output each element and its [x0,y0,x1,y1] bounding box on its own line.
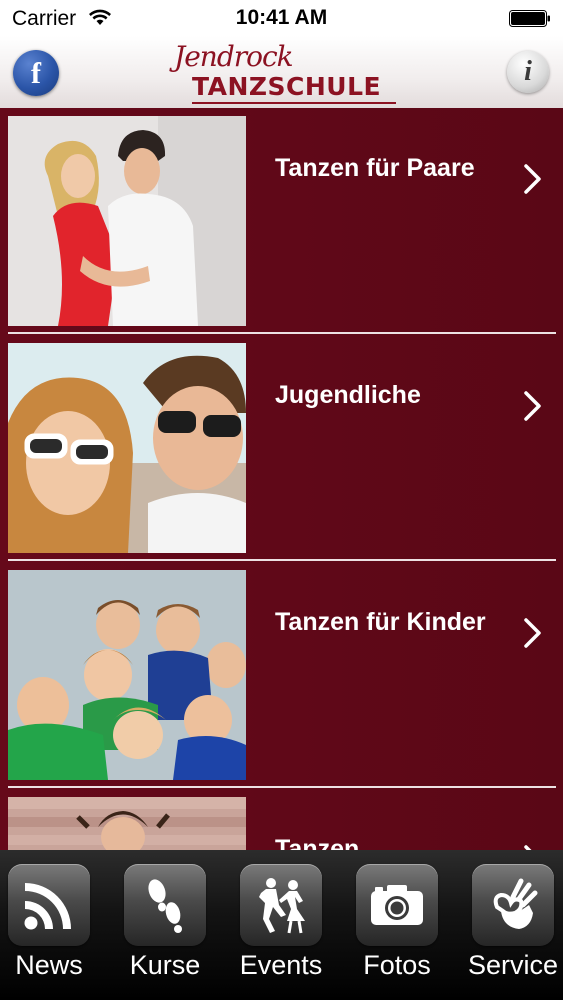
facebook-button[interactable]: f [13,50,59,96]
facebook-icon: f [31,57,41,90]
status-bar: Carrier 10:41 AM [0,0,563,36]
list-item-tanzen[interactable]: Tanzen [0,789,563,850]
list-item-title: Tanzen für Kinder [275,608,486,636]
rss-icon [24,883,71,930]
tab-label: News [15,950,83,980]
tab-kurse[interactable]: Kurse [116,862,212,998]
tab-bar: News Kurse Events Fotos Service [0,850,563,1000]
info-button[interactable]: i [507,51,549,93]
tab-icon-button [8,864,90,946]
dancers-icon [259,878,305,934]
teens-photo [8,343,246,553]
tab-label: Kurse [129,950,201,980]
list-item-title: Tanzen [275,835,360,850]
dancer-photo [8,797,246,850]
tab-service[interactable]: Service [464,862,560,998]
kids-photo [8,570,246,780]
chevron-right-icon [524,391,541,421]
tab-icon-button [356,864,438,946]
course-list[interactable]: Tanzen für Paare Jugendliche Tanzen für … [0,108,563,850]
info-icon: i [524,56,532,87]
divider [8,786,556,788]
tab-events[interactable]: Events [232,862,328,998]
tab-icon-button [124,864,206,946]
list-item-kinder[interactable]: Tanzen für Kinder [0,562,563,788]
tab-label: Fotos [363,950,431,980]
tab-label: Service [467,950,559,980]
divider [8,332,556,334]
tab-icon-button [240,864,322,946]
logo-underline [192,102,396,104]
couple-photo [8,116,246,326]
tab-label: Events [239,950,323,980]
chevron-right-icon [524,618,541,648]
app-header: f Jendrock TANZSCHULE i [0,36,563,108]
ok-hand-icon [493,878,538,929]
tab-icon-button [472,864,554,946]
camera-icon [371,885,423,925]
divider [8,559,556,561]
tab-news[interactable]: News [0,862,96,998]
list-item-jugendliche[interactable]: Jugendliche [0,335,563,561]
footprints-icon [148,879,182,933]
chevron-right-icon [524,164,541,194]
list-item-title: Jugendliche [275,381,421,409]
tab-fotos[interactable]: Fotos [348,862,444,998]
logo-script-text: Jendrock [174,40,294,73]
battery-icon [509,10,550,27]
logo-text: TANZSCHULE [192,72,382,101]
status-time: 10:41 AM [235,6,328,29]
list-item-title: Tanzen für Paare [275,154,475,182]
tanzschule-logo: Jendrock TANZSCHULE [168,40,400,106]
list-item-paare[interactable]: Tanzen für Paare [0,108,563,334]
